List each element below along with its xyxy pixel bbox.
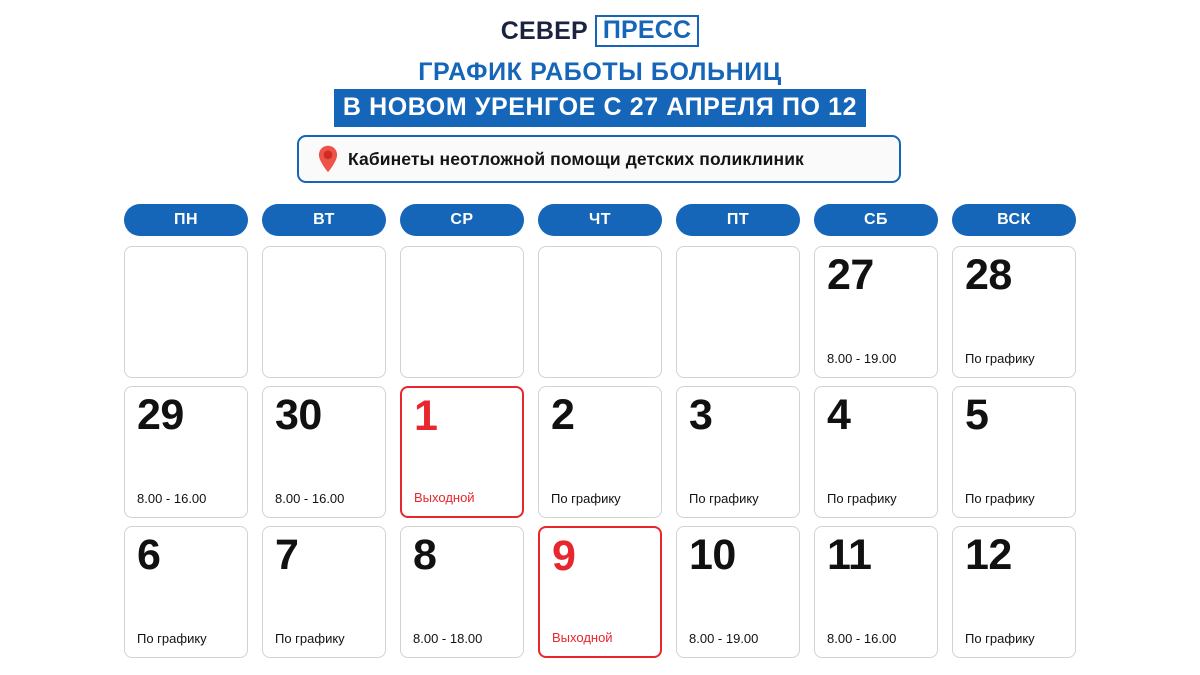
day-note: Выходной (414, 490, 475, 505)
day-number: 6 (137, 531, 161, 579)
day-number: 9 (552, 532, 576, 580)
day-note: По графику (689, 491, 759, 506)
day-note: По графику (551, 491, 621, 506)
weekday-pill-fri: ПТ (676, 204, 800, 236)
day-note: По графику (965, 491, 1035, 506)
calendar-day-cell (538, 246, 662, 378)
calendar-day-cell (262, 246, 386, 378)
calendar-day-cell: 28 По графику (952, 246, 1076, 378)
calendar-week-row: 6 По графику 7 По графику 8 8.00 - 18.00 9 В… (124, 526, 1076, 658)
calendar-day-cell: 12 По графику (952, 526, 1076, 658)
day-note: 8.00 - 16.00 (137, 491, 207, 506)
calendar-day-cell: 4 По графику (814, 386, 938, 518)
day-note: 8.00 - 16.00 (827, 631, 897, 646)
weekday-pill-tue: ВТ (262, 204, 386, 236)
weekday-pill-sun: ВСК (952, 204, 1076, 236)
calendar-day-cell (676, 246, 800, 378)
day-note: 8.00 - 19.00 (827, 351, 897, 366)
day-number: 30 (275, 391, 322, 439)
day-number: 8 (413, 531, 437, 579)
day-note: 8.00 - 19.00 (689, 631, 759, 646)
day-number: 5 (965, 391, 989, 439)
weekday-pill-wed: СР (400, 204, 524, 236)
calendar-day-cell: 3 По графику (676, 386, 800, 518)
site-logo: СЕВЕР ПРЕСС (0, 15, 1200, 47)
calendar-day-cell (400, 246, 524, 378)
logo-word-sever: СЕВЕР (500, 16, 588, 45)
day-note: По графику (275, 631, 345, 646)
calendar-day-cell (124, 246, 248, 378)
page-title-line-1: ГРАФИК РАБОТЫ БОЛЬНИЦ (418, 58, 782, 86)
calendar-day-cell-holiday: 1 Выходной (400, 386, 524, 518)
day-number: 3 (689, 391, 713, 439)
calendar-day-cell: 11 8.00 - 16.00 (814, 526, 938, 658)
weekday-header-row: ПН ВТ СР ЧТ ПТ СБ ВСК (124, 204, 1076, 236)
calendar-day-cell: 7 По графику (262, 526, 386, 658)
day-number: 11 (827, 531, 872, 579)
day-note: 8.00 - 18.00 (413, 631, 483, 646)
day-number: 4 (827, 391, 851, 439)
day-number: 27 (827, 251, 874, 299)
calendar: ПН ВТ СР ЧТ ПТ СБ ВСК 27 8.00 - 19.00 28 П… (124, 204, 1076, 666)
page-title-line-2: В НОВОМ УРЕНГОЕ С 27 АПРЕЛЯ ПО 12 (333, 89, 867, 127)
logo-press-box: ПРЕСС (594, 15, 700, 47)
calendar-day-cell: 29 8.00 - 16.00 (124, 386, 248, 518)
day-number: 12 (965, 531, 1012, 579)
day-note: По графику (965, 351, 1035, 366)
day-number: 29 (137, 391, 184, 439)
day-note: 8.00 - 16.00 (275, 491, 345, 506)
calendar-day-cell: 2 По графику (538, 386, 662, 518)
page-title: ГРАФИК РАБОТЫ БОЛЬНИЦ В НОВОМ УРЕНГОЕ С … (0, 58, 1200, 127)
day-note: Выходной (552, 630, 613, 645)
subtitle-text: Кабинеты неотложной помощи детских полик… (348, 148, 804, 169)
map-pin-icon (318, 145, 338, 173)
calendar-day-cell: 6 По графику (124, 526, 248, 658)
day-note: По графику (965, 631, 1035, 646)
page-title-line-2-wrapper: В НОВОМ УРЕНГОЕ С 27 АПРЕЛЯ ПО 12 (0, 89, 1200, 127)
weekday-pill-sat: СБ (814, 204, 938, 236)
calendar-day-cell: 5 По графику (952, 386, 1076, 518)
day-number: 2 (551, 391, 575, 439)
calendar-day-cell: 30 8.00 - 16.00 (262, 386, 386, 518)
subtitle-banner: Кабинеты неотложной помощи детских полик… (297, 135, 901, 183)
day-number: 28 (965, 251, 1012, 299)
weekday-pill-mon: ПН (124, 204, 248, 236)
calendar-week-row: 29 8.00 - 16.00 30 8.00 - 16.00 1 Выходной … (124, 386, 1076, 518)
day-number: 1 (414, 392, 438, 440)
calendar-day-cell: 8 8.00 - 18.00 (400, 526, 524, 658)
calendar-day-cell: 27 8.00 - 19.00 (814, 246, 938, 378)
day-note: По графику (137, 631, 207, 646)
weekday-pill-thu: ЧТ (538, 204, 662, 236)
day-number: 10 (689, 531, 736, 579)
logo-word-press: ПРЕСС (602, 16, 692, 44)
day-number: 7 (275, 531, 299, 579)
day-note: По графику (827, 491, 897, 506)
calendar-week-row: 27 8.00 - 19.00 28 По графику (124, 246, 1076, 378)
calendar-day-cell: 10 8.00 - 19.00 (676, 526, 800, 658)
calendar-day-cell-holiday: 9 Выходной (538, 526, 662, 658)
